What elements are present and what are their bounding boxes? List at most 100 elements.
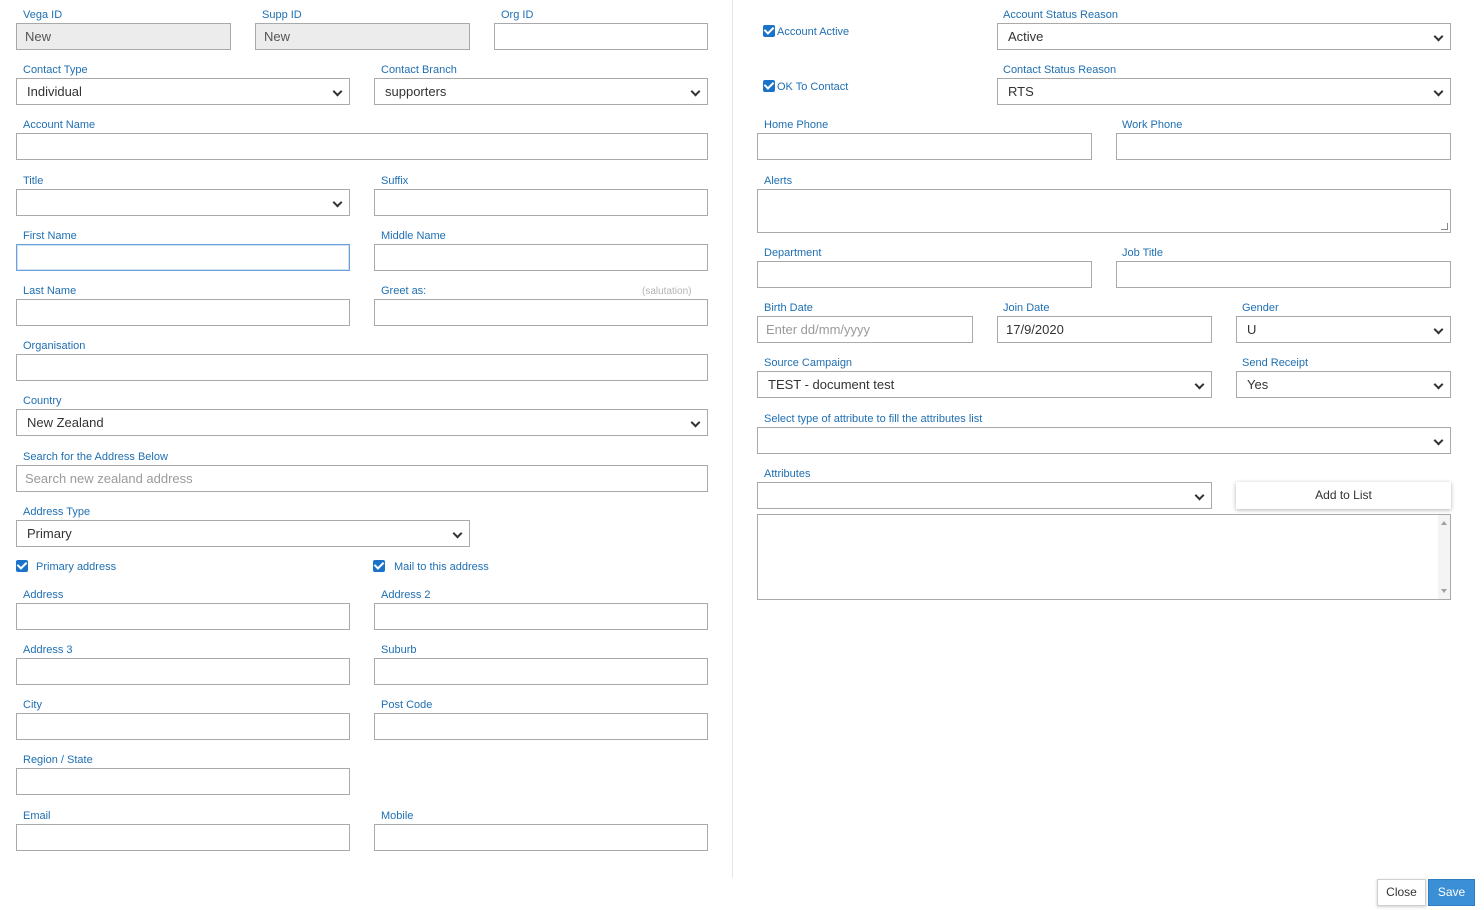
birth-date-field[interactable]: Enter dd/mm/yyyy — [757, 316, 973, 343]
send-receipt-select[interactable]: Yes — [1236, 371, 1451, 398]
contact-branch-value: supporters — [385, 84, 447, 99]
first-name-field[interactable] — [16, 244, 350, 271]
primary-address-checkbox[interactable] — [16, 560, 28, 572]
address-label: Address — [23, 589, 64, 601]
add-to-list-button[interactable]: Add to List — [1236, 482, 1451, 509]
address-type-select[interactable]: Primary — [16, 520, 470, 547]
country-label: Country — [23, 395, 62, 407]
org-id-label: Org ID — [501, 9, 534, 21]
address-type-label: Address Type — [23, 506, 91, 518]
contact-status-reason-select[interactable]: RTS — [997, 78, 1451, 105]
vega-id-label: Vega ID — [23, 9, 63, 21]
home-phone-label: Home Phone — [764, 119, 829, 131]
attribute-type-label: Select type of attribute to fill the att… — [764, 413, 983, 425]
scroll-down-icon[interactable] — [1441, 589, 1447, 593]
alerts-label: Alerts — [764, 175, 793, 187]
contact-type-select[interactable]: Individual — [16, 78, 350, 105]
attributes-select[interactable] — [757, 482, 1212, 509]
region-field[interactable] — [16, 768, 350, 795]
suffix-field[interactable] — [374, 189, 708, 216]
chevron-down-icon — [1433, 31, 1444, 42]
chevron-down-icon — [690, 86, 701, 97]
account-name-label: Account Name — [23, 119, 96, 131]
job-title-label: Job Title — [1122, 247, 1163, 259]
account-status-reason-label: Account Status Reason — [1003, 9, 1118, 21]
gender-label: Gender — [1242, 302, 1279, 314]
source-campaign-value: TEST - document test — [768, 377, 895, 392]
attributes-label: Attributes — [764, 468, 811, 480]
source-campaign-select[interactable]: TEST - document test — [757, 371, 1212, 398]
suffix-label: Suffix — [381, 175, 409, 187]
work-phone-label: Work Phone — [1122, 119, 1183, 131]
country-value: New Zealand — [27, 415, 104, 430]
region-label: Region / State — [23, 754, 93, 766]
scroll-up-icon[interactable] — [1441, 521, 1447, 525]
source-campaign-label: Source Campaign — [764, 357, 853, 369]
resize-grip-icon[interactable] — [1441, 223, 1448, 230]
city-label: City — [23, 699, 42, 711]
join-date-label: Join Date — [1003, 302, 1050, 314]
chevron-down-icon — [332, 86, 343, 97]
chevron-down-icon — [1194, 490, 1205, 501]
contact-status-reason-label: Contact Status Reason — [1003, 64, 1117, 76]
contact-branch-label: Contact Branch — [381, 64, 457, 76]
last-name-label: Last Name — [23, 285, 77, 297]
account-status-reason-select[interactable]: Active — [997, 23, 1451, 50]
last-name-field[interactable] — [16, 299, 350, 326]
org-id-field[interactable] — [494, 23, 708, 50]
greet-as-field[interactable] — [374, 299, 708, 326]
work-phone-field[interactable] — [1116, 133, 1451, 160]
organisation-field[interactable] — [16, 354, 708, 381]
ok-to-contact-checkbox[interactable] — [763, 80, 775, 92]
address3-label: Address 3 — [23, 644, 73, 656]
supp-id-label: Supp ID — [262, 9, 302, 21]
vega-id-field: New — [16, 23, 231, 50]
mobile-field[interactable] — [374, 824, 708, 851]
suburb-field[interactable] — [374, 658, 708, 685]
chevron-down-icon — [1433, 324, 1444, 335]
close-button[interactable]: Close — [1377, 879, 1426, 906]
address-field[interactable] — [16, 603, 350, 630]
chevron-down-icon — [1433, 435, 1444, 446]
middle-name-field[interactable] — [374, 244, 708, 271]
save-button[interactable]: Save — [1428, 879, 1475, 906]
address-search-input[interactable]: Search new zealand address — [16, 465, 708, 492]
contact-type-value: Individual — [27, 84, 82, 99]
account-active-checkbox[interactable] — [763, 25, 775, 37]
contact-status-reason-value: RTS — [1008, 84, 1034, 99]
contact-branch-select[interactable]: supporters — [374, 78, 708, 105]
chevron-down-icon — [1194, 379, 1205, 390]
join-date-field[interactable]: 17/9/2020 — [997, 316, 1212, 343]
chevron-down-icon — [452, 528, 463, 539]
home-phone-field[interactable] — [757, 133, 1092, 160]
chevron-down-icon — [1433, 379, 1444, 390]
attribute-type-select[interactable] — [757, 427, 1451, 454]
alerts-textarea[interactable] — [757, 189, 1451, 233]
title-label: Title — [23, 175, 44, 187]
greet-as-label: Greet as: — [381, 285, 427, 297]
email-field[interactable] — [16, 824, 350, 851]
birth-date-label: Birth Date — [764, 302, 813, 314]
address2-label: Address 2 — [381, 589, 431, 601]
email-label: Email — [23, 810, 51, 822]
chevron-down-icon — [1433, 86, 1444, 97]
contact-type-label: Contact Type — [23, 64, 88, 76]
department-field[interactable] — [757, 261, 1092, 288]
city-field[interactable] — [16, 713, 350, 740]
attributes-list-scrollbar[interactable] — [1438, 515, 1450, 599]
account-name-field[interactable] — [16, 133, 708, 160]
mail-to-address-label: Mail to this address — [394, 561, 489, 573]
suburb-label: Suburb — [381, 644, 417, 656]
chevron-down-icon — [332, 197, 343, 208]
job-title-field[interactable] — [1116, 261, 1451, 288]
title-select[interactable] — [16, 189, 350, 216]
chevron-down-icon — [690, 417, 701, 428]
address2-field[interactable] — [374, 603, 708, 630]
country-select[interactable]: New Zealand — [16, 409, 708, 436]
mobile-label: Mobile — [381, 810, 414, 822]
post-code-field[interactable] — [374, 713, 708, 740]
address3-field[interactable] — [16, 658, 350, 685]
gender-select[interactable]: U — [1236, 316, 1451, 343]
attributes-list[interactable] — [757, 514, 1451, 600]
mail-to-address-checkbox[interactable] — [373, 560, 385, 572]
